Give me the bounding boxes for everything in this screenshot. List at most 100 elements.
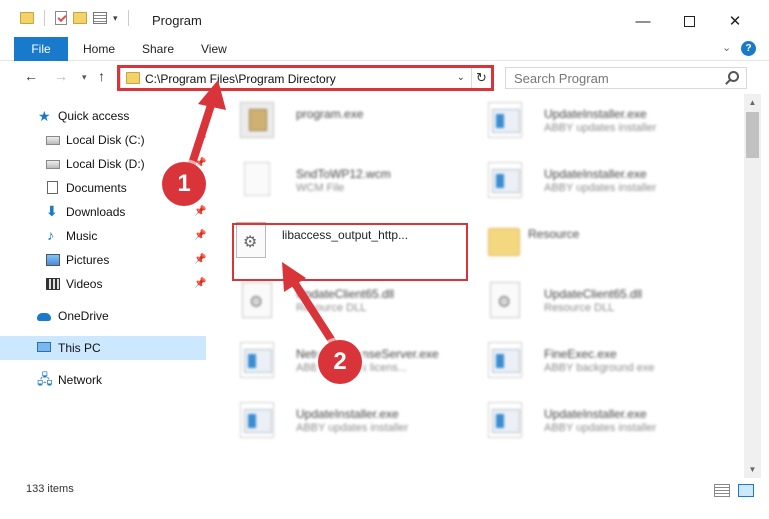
window-title: Program	[152, 13, 202, 28]
file-description: Resource DLL	[544, 302, 615, 314]
sidebar-item-videos[interactable]: Videos 📌	[0, 272, 206, 296]
properties-icon[interactable]	[93, 12, 107, 24]
close-button[interactable]: ✕	[712, 8, 758, 34]
list-item[interactable]: program.exe	[220, 94, 460, 146]
toolbar-divider	[44, 10, 45, 26]
exe-icon	[240, 342, 274, 378]
pin-icon[interactable]: 📌	[194, 206, 206, 217]
file-name: UpdateClient65.dll	[544, 287, 643, 301]
properties-check-icon[interactable]	[55, 11, 67, 25]
vertical-scrollbar[interactable]: ▲ ▼	[744, 94, 761, 478]
sidebar-item-quick-access[interactable]: ★ Quick access	[0, 104, 206, 128]
exe-icon	[488, 342, 522, 378]
new-folder-icon[interactable]	[73, 12, 87, 24]
scroll-up-arrow-icon[interactable]: ▲	[744, 94, 761, 111]
sidebar-item-label: This PC	[58, 341, 101, 355]
item-count: 133 items	[26, 483, 74, 495]
list-item[interactable]: Resource	[468, 214, 708, 266]
sidebar-item-this-pc[interactable]: This PC	[0, 336, 206, 360]
file-name: Resource	[528, 227, 580, 241]
sidebar-item-pictures[interactable]: Pictures 📌	[0, 248, 206, 272]
disk-icon	[46, 136, 60, 145]
file-name: UpdateClient65.dll	[296, 287, 395, 301]
sidebar-item-label: Pictures	[66, 253, 110, 267]
star-icon: ★	[38, 108, 51, 124]
network-icon: 🖧	[37, 371, 53, 387]
address-highlight-box	[117, 65, 494, 91]
folder-icon[interactable]	[20, 12, 34, 24]
file-name: program.exe	[296, 107, 364, 121]
sidebar-item-label: Quick access	[58, 109, 130, 123]
cloud-icon	[37, 313, 51, 321]
pin-icon[interactable]: 📌	[194, 278, 206, 289]
tab-view[interactable]: View	[201, 42, 227, 56]
pin-icon[interactable]: 📌	[194, 134, 206, 145]
file-name: UpdateInstaller.exe	[544, 167, 647, 181]
up-button[interactable]: ↑	[98, 68, 105, 84]
file-description: ABBY updates installer	[544, 422, 657, 434]
expand-ribbon-chevron-icon[interactable]: ⌄	[722, 41, 731, 54]
step-1-badge: 1	[162, 162, 206, 206]
customize-toolbar-chevron-icon[interactable]: ▾	[113, 13, 118, 24]
sidebar-item-music[interactable]: ♪ Music 📌	[0, 224, 206, 248]
recent-locations-chevron-icon[interactable]: ▾	[82, 72, 87, 83]
details-view-icon[interactable]	[714, 484, 730, 497]
list-item[interactable]: FineExec.exe ABBY background exe	[468, 334, 708, 386]
pin-icon[interactable]: 📌	[194, 254, 206, 265]
step-2-badge: 2	[318, 340, 362, 384]
list-item[interactable]: UpdateInstaller.exe ABBY updates install…	[220, 394, 460, 446]
maximize-button[interactable]	[666, 8, 712, 34]
file-description: ABBY updates installer	[544, 122, 657, 134]
file-name: UpdateInstaller.exe	[296, 407, 399, 421]
back-button[interactable]: ←	[24, 68, 38, 84]
pin-icon[interactable]: 📌	[194, 230, 206, 241]
search-icon[interactable]	[728, 71, 739, 82]
list-item[interactable]: UpdateInstaller.exe ABBY updates install…	[468, 394, 708, 446]
file-icon	[244, 162, 270, 196]
file-name: UpdateInstaller.exe	[544, 107, 647, 121]
file-description: Resource DLL	[296, 302, 367, 314]
dll-gear-icon	[490, 282, 520, 318]
list-item[interactable]: UpdateInstaller.exe ABBY updates install…	[468, 94, 708, 146]
tab-share[interactable]: Share	[142, 42, 174, 56]
sidebar-item-local-disk-c[interactable]: Local Disk (C:) 📌	[0, 128, 206, 152]
list-item[interactable]: UpdateInstaller.exe ABBY updates install…	[468, 154, 708, 206]
quick-access-toolbar: ▾	[20, 10, 133, 26]
sidebar-item-onedrive[interactable]: OneDrive	[0, 304, 206, 328]
file-description: ABBY updates installer	[296, 422, 409, 434]
list-item[interactable]: SndToWP12.wcm WCM File	[220, 154, 460, 206]
download-icon: ⬇	[46, 203, 58, 219]
minimize-button[interactable]: —	[620, 8, 666, 34]
ribbon-tabs: File Home Share View ⌄ ?	[0, 37, 769, 61]
sidebar-item-label: Local Disk (D:)	[66, 157, 145, 171]
list-item[interactable]: UpdateClient65.dll Resource DLL	[468, 274, 708, 326]
sidebar-item-network[interactable]: 🖧 Network	[0, 368, 206, 392]
file-description: ABBY updates installer	[544, 182, 657, 194]
tab-home[interactable]: Home	[83, 42, 115, 56]
sidebar-item-label: Videos	[66, 277, 103, 291]
maximize-icon	[683, 15, 695, 27]
sidebar-item-label: Downloads	[66, 205, 126, 219]
computer-icon	[37, 342, 51, 352]
large-icons-view-icon[interactable]	[738, 484, 754, 497]
sidebar-item-label: Local Disk (C:)	[66, 133, 145, 147]
navigation-pane: ★ Quick access Local Disk (C:) 📌 Local D…	[0, 100, 210, 472]
search-input[interactable]	[514, 68, 724, 88]
scroll-thumb[interactable]	[746, 112, 759, 158]
music-icon: ♪	[47, 227, 54, 243]
search-box[interactable]	[505, 67, 747, 89]
sidebar-item-label: OneDrive	[58, 309, 109, 323]
sidebar-item-label: Documents	[66, 181, 127, 195]
exe-icon	[488, 102, 522, 138]
help-icon[interactable]: ?	[741, 41, 756, 56]
list-item[interactable]: UpdateClient65.dll Resource DLL	[220, 274, 460, 326]
exe-icon	[488, 402, 522, 438]
status-bar: 133 items	[0, 478, 769, 502]
scroll-down-arrow-icon[interactable]: ▼	[744, 461, 761, 478]
navigation-bar: ← → ▾ ↑ C:\Program Files\Program Directo…	[0, 62, 769, 94]
pictures-icon	[46, 254, 60, 266]
program-icon	[240, 102, 274, 138]
folder-icon	[488, 228, 520, 256]
tab-file[interactable]: File	[14, 37, 68, 61]
forward-button[interactable]: →	[54, 68, 68, 84]
